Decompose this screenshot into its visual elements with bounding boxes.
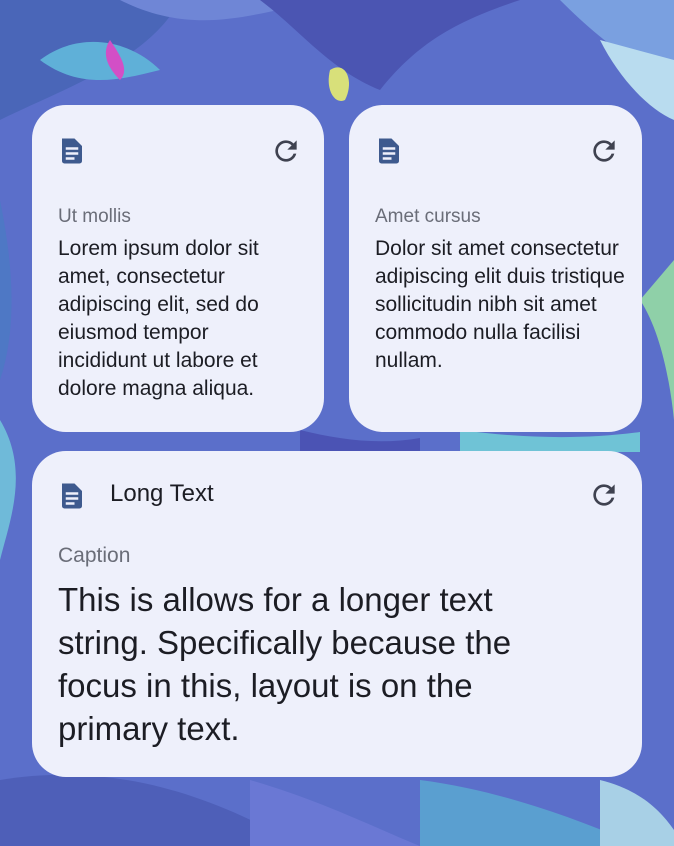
refresh-icon[interactable] xyxy=(270,135,302,167)
widget-body-text: Dolor sit amet consectetur adipiscing el… xyxy=(375,237,625,372)
widget-caption: Ut mollis xyxy=(58,206,131,227)
widget-primary-text: This is allows for a longer text string.… xyxy=(58,581,512,747)
widget-body-text: Lorem ipsum dolor sit amet, consectetur … xyxy=(58,237,259,400)
long-text-widget-card[interactable]: Long Text Caption This is allows for a l… xyxy=(32,451,642,777)
widget-caption: Amet cursus xyxy=(375,206,481,227)
document-icon xyxy=(62,483,82,509)
document-icon xyxy=(62,138,82,164)
text-widget-card-2[interactable]: Amet cursus Dolor sit amet consectetur a… xyxy=(349,105,642,432)
refresh-icon[interactable] xyxy=(588,479,620,511)
text-widget-card-1[interactable]: Ut mollis Lorem ipsum dolor sit amet, co… xyxy=(32,105,324,432)
document-icon xyxy=(379,138,399,164)
widget-title: Long Text xyxy=(110,480,214,507)
refresh-icon[interactable] xyxy=(588,135,620,167)
widget-caption: Caption xyxy=(58,544,131,567)
